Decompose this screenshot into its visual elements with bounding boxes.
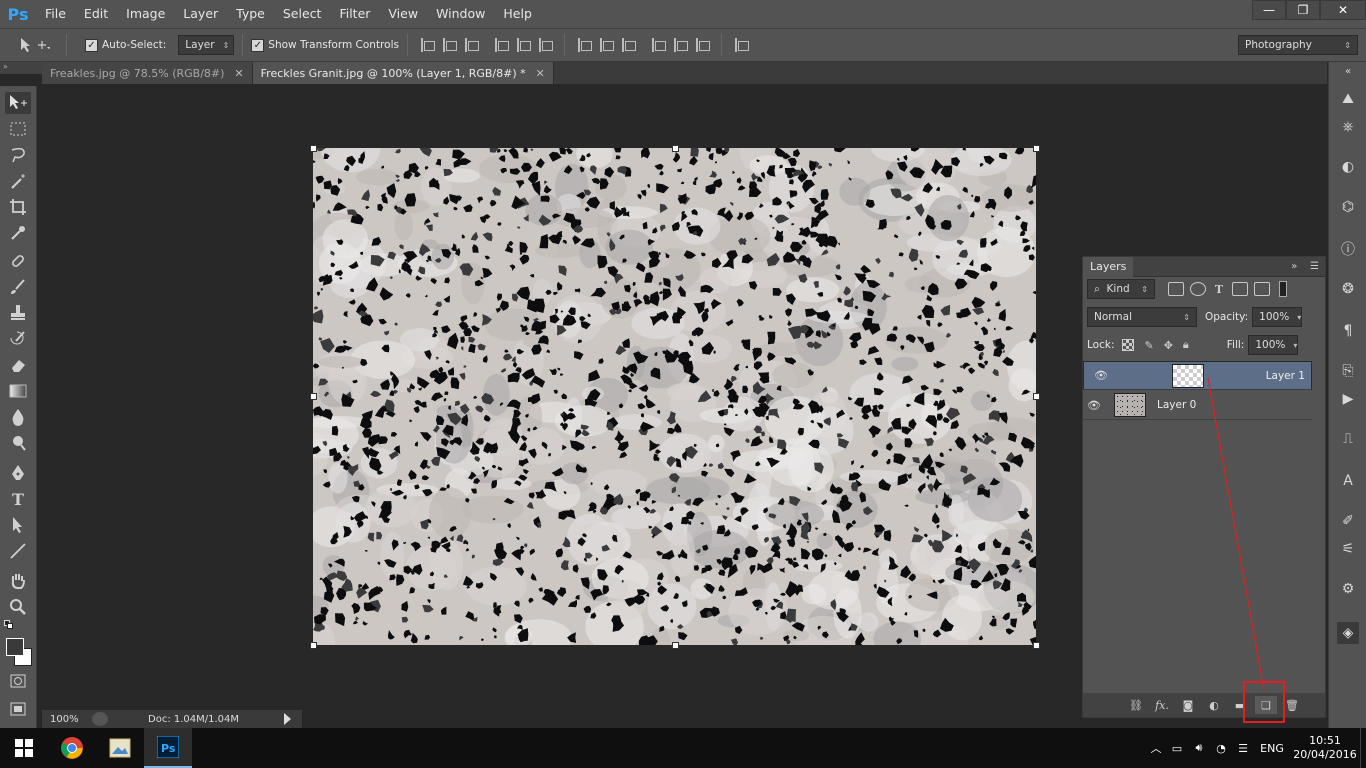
chrome-taskbar-button[interactable] [48, 728, 96, 768]
volume-icon[interactable]: 🔊︎ [1188, 741, 1210, 755]
annotation-overlay [1207, 377, 1285, 723]
show-desktop-button[interactable] [1360, 728, 1366, 768]
windows-taskbar: Ps ︿ ▭ 🔊︎ ◔ ☰ ENG 10:51 20/04/2016 [0, 728, 1366, 768]
photoshop-taskbar-button[interactable]: Ps [144, 728, 192, 768]
windows-logo-icon [15, 739, 33, 757]
language-indicator[interactable]: ENG [1254, 742, 1290, 755]
tray-overflow-icon[interactable]: ︿ [1146, 740, 1166, 756]
system-tray: ︿ ▭ 🔊︎ ◔ ☰ ENG 10:51 20/04/2016 [1146, 728, 1366, 768]
network-icon[interactable]: ◔ [1210, 742, 1232, 755]
photoshop-window: Ps File Edit Image Layer Type Select Fil… [0, 0, 1366, 728]
clock-time: 10:51 [1309, 734, 1341, 747]
clock-date: 20/04/2016 [1293, 748, 1357, 761]
svg-text:Ps: Ps [161, 742, 176, 755]
battery-icon[interactable]: ▭ [1166, 742, 1188, 755]
chrome-icon [61, 737, 83, 759]
photos-taskbar-button[interactable] [96, 728, 144, 768]
notifications-icon[interactable]: ☰ [1232, 742, 1254, 755]
photo-viewer-icon [109, 738, 131, 758]
photoshop-taskbar-icon: Ps [157, 736, 179, 758]
clock[interactable]: 10:51 20/04/2016 [1290, 734, 1360, 762]
annotation-arrow-line [1207, 377, 1265, 691]
start-button[interactable] [0, 728, 48, 768]
